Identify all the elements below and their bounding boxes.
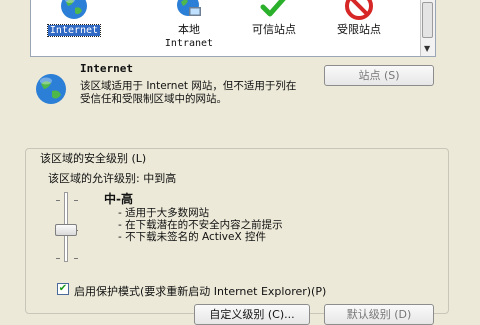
zone-label: 可信站点 bbox=[252, 23, 296, 36]
zone-label: Internet bbox=[46, 24, 102, 37]
zone-trusted-sites[interactable]: 可信站点 bbox=[239, 0, 309, 56]
local-intranet-icon bbox=[177, 0, 201, 16]
checkmark-icon: ✔ bbox=[58, 283, 68, 294]
scroll-down-arrow-icon[interactable]: ▼ bbox=[424, 44, 430, 53]
zone-description: 该区域适用于 Internet 网站，但不适用于列在受信任和受限制区域中的网站。 bbox=[80, 80, 297, 105]
custom-level-button[interactable]: 自定义级别 (C)... bbox=[194, 304, 310, 325]
allowed-level-label: 该区域的允许级别: 中到高 bbox=[48, 172, 177, 185]
zone-title: Internet bbox=[80, 62, 133, 75]
protected-mode-label: 启用保护模式(要求重新启动 Internet Explorer)(P) bbox=[74, 285, 327, 298]
zone-label: 受限站点 bbox=[337, 23, 381, 36]
zone-sublabel: Intranet bbox=[164, 38, 214, 49]
slider-tick bbox=[56, 258, 60, 259]
zone-internet[interactable]: Internet bbox=[39, 0, 109, 56]
slider-tick bbox=[74, 258, 78, 259]
green-check-icon bbox=[260, 0, 286, 17]
zone-list[interactable]: Internet 本地 Intranet 可信站点 受限站点 ▼ bbox=[30, 0, 436, 57]
group-title: 该区域的安全级别 (L) bbox=[38, 150, 149, 166]
protected-mode-checkbox[interactable]: ✔ bbox=[57, 283, 69, 295]
zone-list-scrollbar[interactable]: ▼ bbox=[420, 0, 435, 56]
level-bullet: 在下载潜在的不安全内容之前提示 bbox=[118, 219, 358, 231]
zone-label: 本地 bbox=[178, 23, 200, 36]
security-level-name: 中-高 bbox=[104, 192, 133, 206]
default-level-button[interactable]: 默认级别 (D) bbox=[324, 304, 434, 325]
level-bullet: 不下载未签名的 ActiveX 控件 bbox=[118, 231, 358, 243]
zone-local-intranet[interactable]: 本地 Intranet bbox=[154, 0, 224, 56]
globe-icon bbox=[36, 74, 66, 104]
slider-tick bbox=[74, 200, 78, 201]
zone-restricted-sites[interactable]: 受限站点 bbox=[324, 0, 394, 56]
sites-button[interactable]: 站点 (S) bbox=[324, 65, 434, 86]
security-level-bullets: 适用于大多数网站 在下载潜在的不安全内容之前提示 不下载未签名的 ActiveX… bbox=[118, 207, 358, 243]
slider-tick bbox=[56, 200, 60, 201]
no-entry-icon bbox=[345, 0, 373, 20]
globe-icon bbox=[61, 0, 87, 19]
level-bullet: 适用于大多数网站 bbox=[118, 207, 358, 219]
scrollbar-thumb[interactable] bbox=[422, 2, 433, 38]
security-level-slider-thumb[interactable] bbox=[55, 224, 77, 236]
